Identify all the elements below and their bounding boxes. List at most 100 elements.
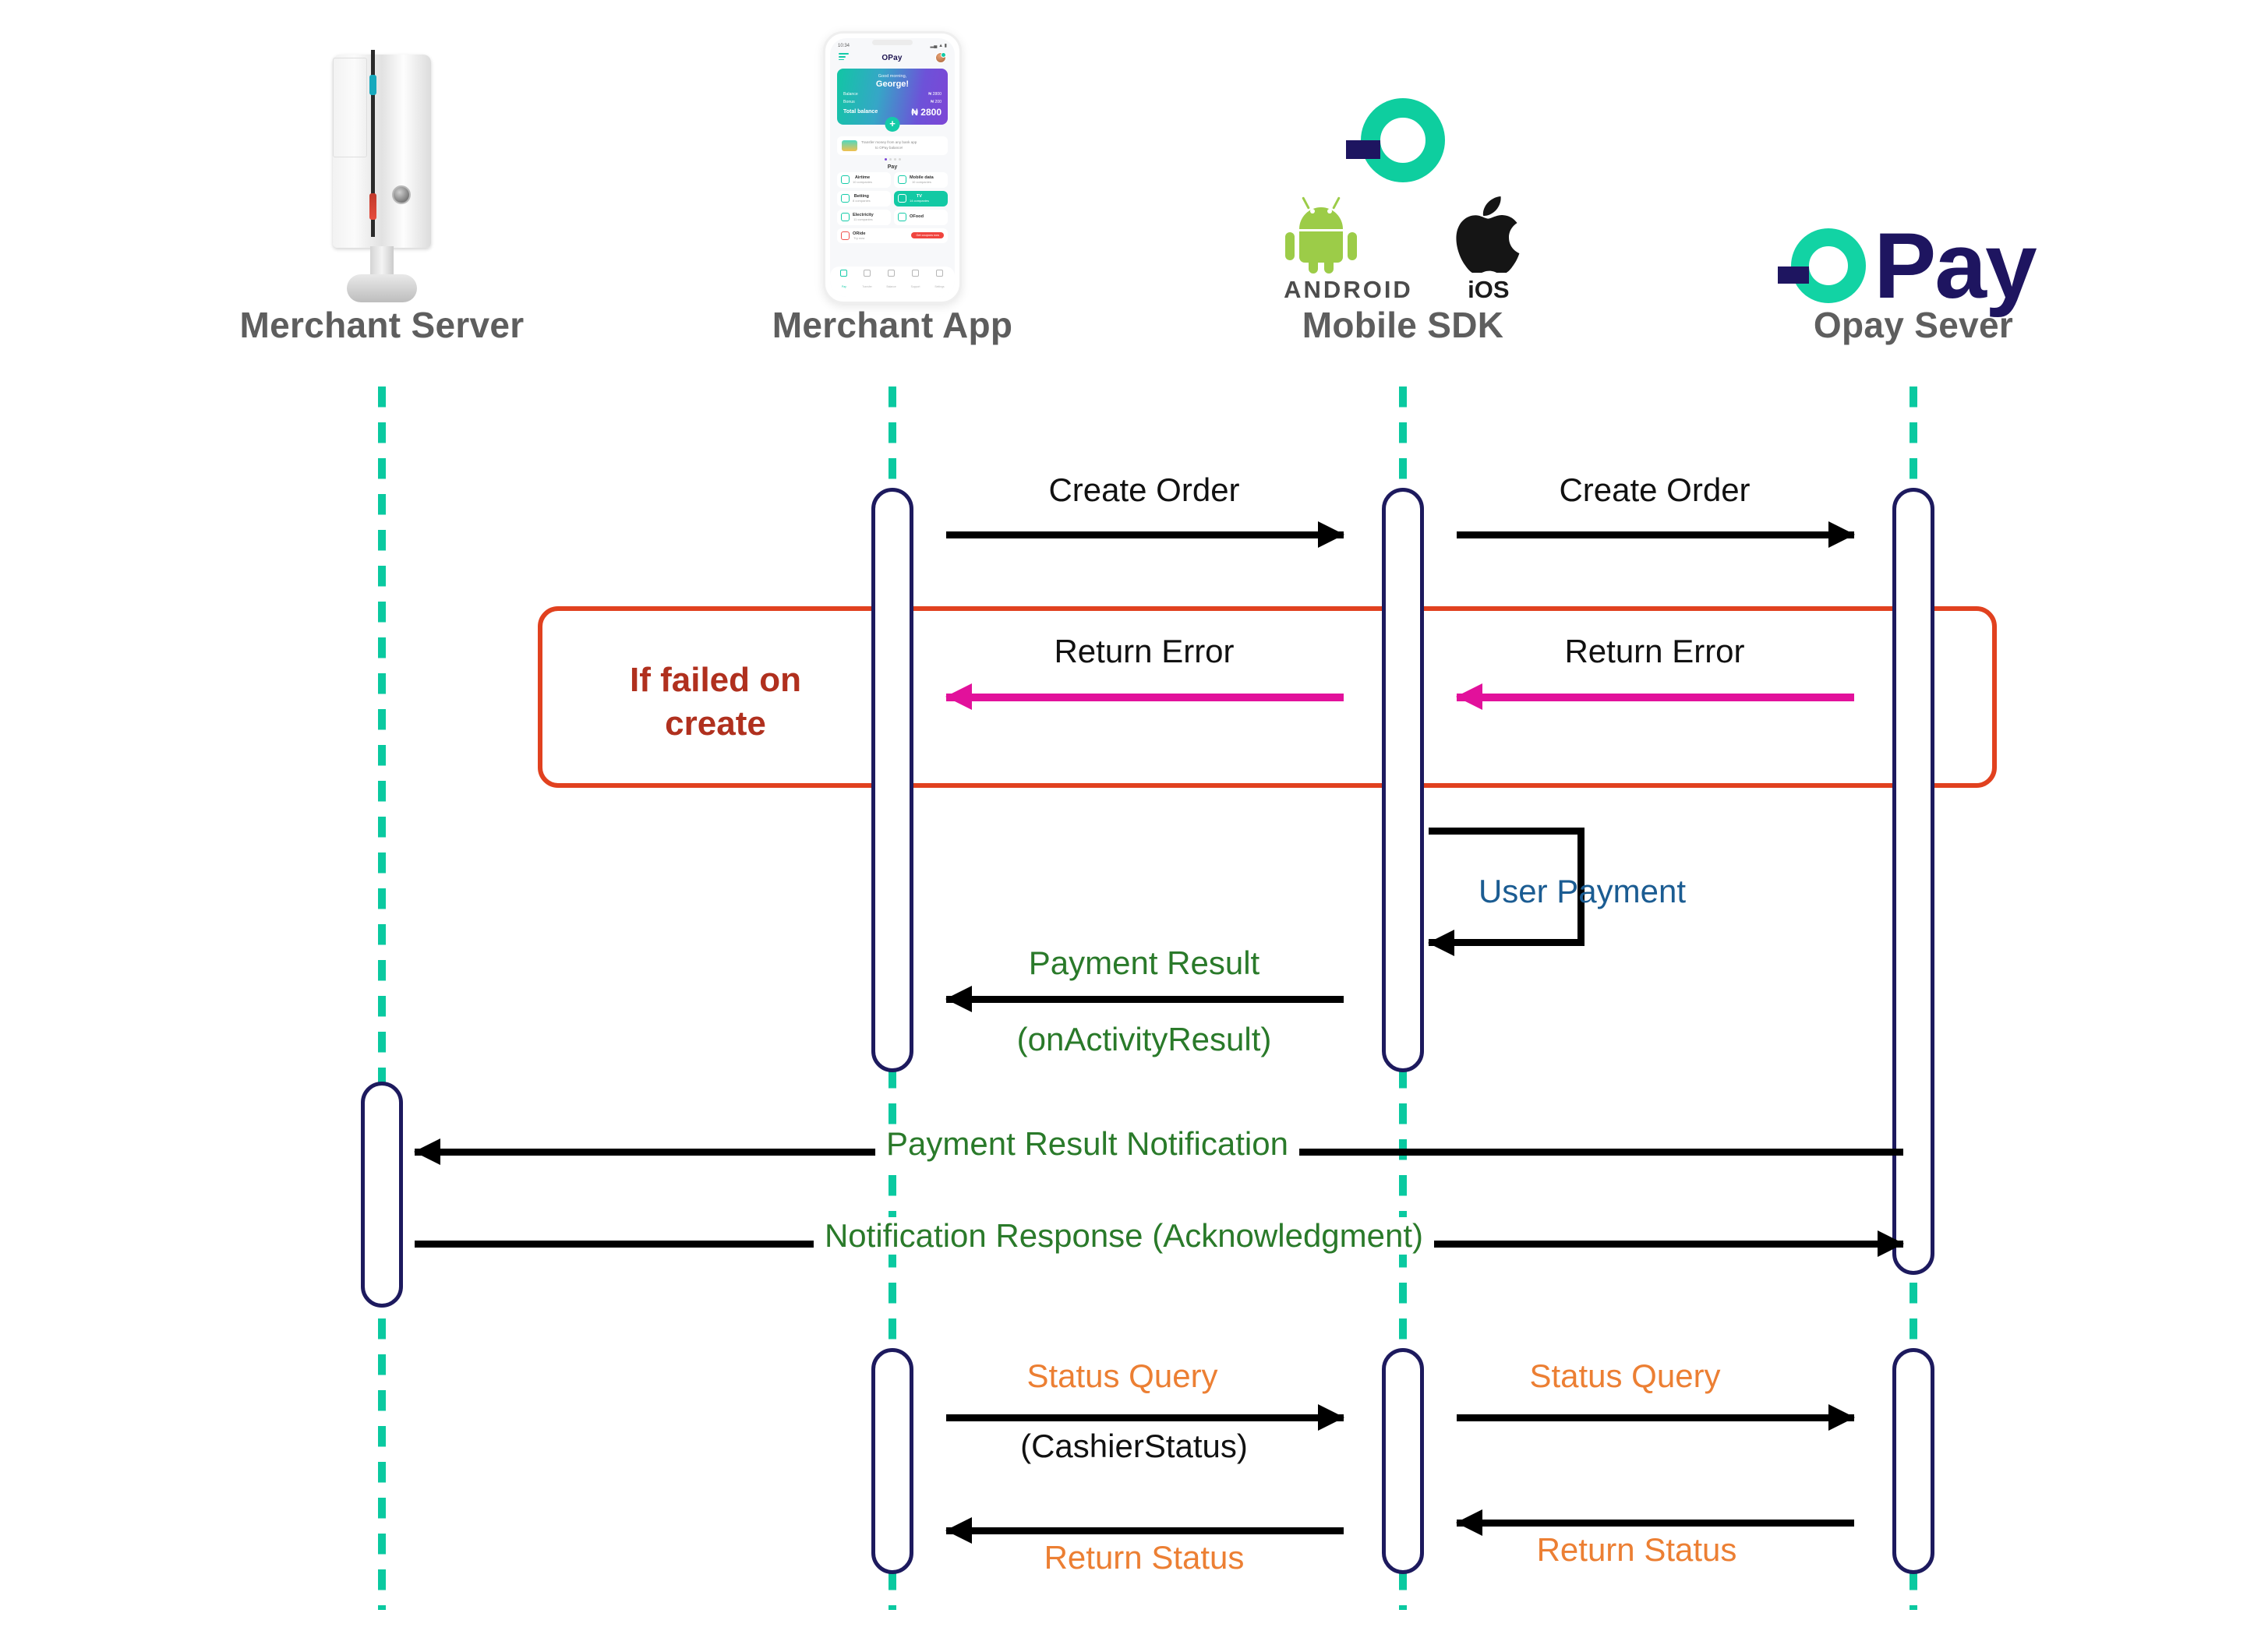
message-label-on-activity-result: (onActivityResult) [1016,1021,1272,1057]
electricity-icon [841,213,850,221]
total-balance-value: ₦ 2800 [911,106,942,118]
message-label-return-status-2: Return Status [1536,1531,1737,1568]
settings-nav-icon [935,270,943,277]
pay-tile-oride[interactable]: ORide Try now Get coupons now [837,228,948,244]
message-label-user-payment: User Payment [1478,873,1687,909]
balance-label: Balance [843,91,858,97]
opay-wordmark-art: Pay [1734,16,2093,318]
transfer-nav-icon [863,270,871,277]
tile-sub: 8 companies [853,199,871,203]
pay-tile-electricity[interactable]: Electricity 11 companies [837,209,891,225]
message-label-payment-result-notification: Payment Result Notification [875,1125,1299,1163]
smartphone-mockup-icon: 10:34 ▂▄ ▲ ▮ OPay Good morning, George! … [823,31,962,304]
pay-section-title: Pay [887,164,898,170]
activation-mobile-sdk-1 [1382,488,1424,1072]
opay-wordmark-text: Pay [1874,213,2037,318]
android-robot-icon [1284,196,1358,274]
nav-pay[interactable]: Pay [840,270,848,291]
hamburger-menu-icon[interactable] [839,53,849,62]
phone-bottom-nav: Pay Transfer Balance Support Settings [830,267,955,297]
pay-tile-ofood[interactable]: OFood [894,209,948,225]
tile-sub: 11 companies [853,217,873,222]
wallet-icon [842,139,857,151]
add-money-button[interactable]: + [885,116,900,132]
user-name: George! [875,79,910,89]
actor-label-merchant-app: Merchant App [772,305,1013,345]
fragment-label-line-2: create [665,704,766,743]
opay-ring-icon [1345,98,1445,182]
balance-value: ₦ 2800 [928,91,942,97]
mobile-sdk-art: ANDROID iOS [1224,16,1582,304]
ofood-icon [898,213,906,221]
tile-name: Electricity [853,212,874,217]
coupon-pill[interactable]: Get coupons now [911,232,944,239]
activation-mobile-sdk-2 [1382,1348,1424,1574]
airtime-icon [841,175,850,184]
message-label-cashier-status: (CashierStatus) [1020,1428,1248,1464]
phone-topbar: OPay [836,51,949,66]
actor-mobile-sdk: ANDROID iOS Mobile SDK [1224,16,1582,346]
avatar[interactable] [935,52,946,63]
fragment-label-line-1: If failed on [630,661,801,699]
message-label-notification-response: Notification Response (Acknowledgment) [813,1217,1435,1255]
message-label-create-order-1: Create Order [1048,471,1240,508]
activation-merchant-server [361,1082,403,1308]
nav-settings[interactable]: Settings [934,270,945,291]
pay-tile-tv[interactable]: TV 14 companies [894,190,948,206]
greeting-text: Good morning, [878,74,907,79]
tile-name: OFood [910,214,924,220]
actor-merchant-app: 10:34 ▂▄ ▲ ▮ OPay Good morning, George! … [713,16,1072,346]
mobile-data-icon [898,175,906,184]
server-tower-icon [302,47,462,304]
betting-icon [841,194,850,203]
sequence-diagram-canvas: Merchant Server 10:34 ▂▄ ▲ ▮ OPay Good m… [0,0,2254,1652]
total-balance-label: Total balance [843,109,878,115]
tile-name: Airtime [854,175,871,180]
platform-label-android: ANDROID [1284,276,1413,303]
actor-label-opay-server: Opay Sever [1813,305,2014,345]
activation-merchant-app-1 [871,488,913,1072]
pay-tiles-grid: Airtime 10 companies Mobile data 10 comp… [837,171,948,244]
balance-card: Good morning, George! Balance ₦ 2800 Bon… [837,69,948,132]
pay-tile-betting[interactable]: Betting 8 companies [837,190,891,206]
pay-tile-airtime[interactable]: Airtime 10 companies [837,171,891,188]
banner-line-1: Transfer money from any bank app [861,139,917,144]
carousel-dots[interactable] [836,157,949,161]
platform-android: ANDROID [1284,196,1413,304]
actor-merchant-server: Merchant Server [203,16,561,346]
platform-label-ios: iOS [1468,276,1510,303]
message-label-create-order-2: Create Order [1559,471,1751,508]
nav-balance[interactable]: Balance [887,270,896,291]
activation-opay-server-2 [1892,1348,1934,1574]
phone-status-icons: ▂▄ ▲ ▮ [930,44,947,48]
actor-opay-server: Pay Opay Sever [1734,16,2093,346]
phone-status-time: 10:34 [838,43,850,48]
transfer-banner[interactable]: Transfer money from any bank app to OPay… [837,136,948,155]
server-tower-art [203,16,561,304]
phone-notch [872,40,913,45]
actor-label-mobile-sdk: Mobile SDK [1302,305,1504,345]
tile-sub: 14 companies [910,199,929,203]
actor-label-merchant-server: Merchant Server [239,305,525,345]
tile-sub: Try now [853,236,865,241]
banner-line-2: to OPay balance! [875,145,903,150]
message-label-status-query-2: Status Query [1529,1357,1721,1394]
message-label-status-query-1: Status Query [1026,1357,1218,1394]
tile-name: Betting [853,193,869,199]
tile-name: Mobile data [910,175,934,180]
merchant-app-art: 10:34 ▂▄ ▲ ▮ OPay Good morning, George! … [713,16,1072,304]
message-label-return-error-1: Return Error [1054,633,1235,669]
phone-app-name: OPay [881,53,903,62]
tile-sub: 10 companies [911,180,931,185]
apple-logo-icon [1455,196,1522,273]
lifeline-merchant-server [378,387,386,1610]
pay-nav-icon [840,270,848,277]
pay-tile-mobile-data[interactable]: Mobile data 10 companies [894,171,948,188]
nav-support[interactable]: Support [911,270,920,291]
message-label-return-status-1: Return Status [1044,1539,1245,1576]
nav-transfer[interactable]: Transfer [862,270,872,291]
tile-name: TV [916,193,923,199]
bonus-label: Bonus [843,99,855,104]
activation-opay-server-1 [1892,488,1934,1275]
support-nav-icon [912,270,920,277]
